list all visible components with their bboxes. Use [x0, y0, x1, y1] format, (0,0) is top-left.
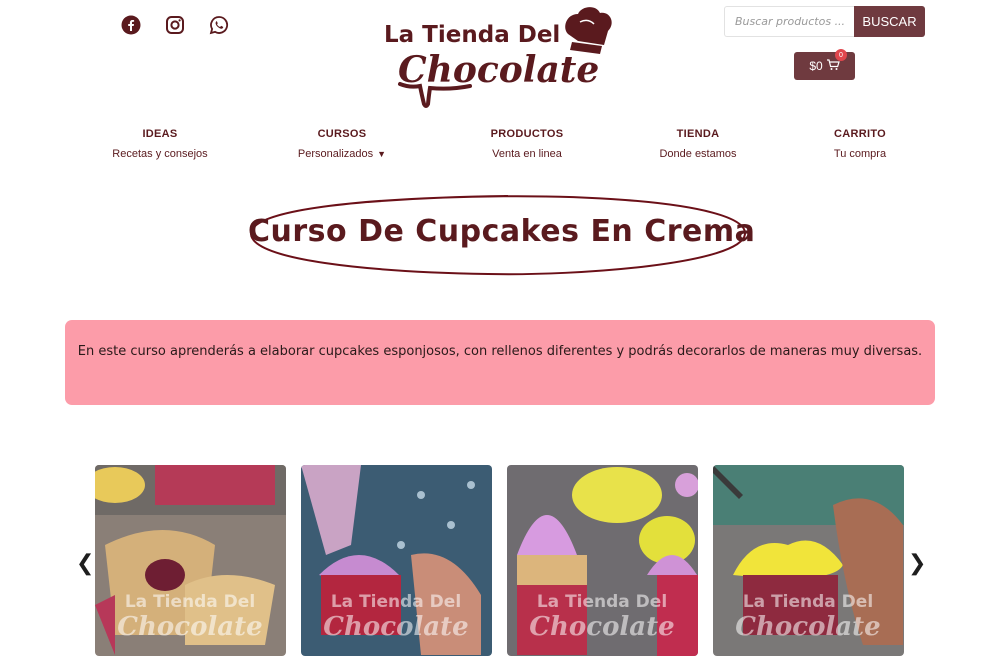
nav-item-sublabel: Recetas y consejos	[112, 148, 208, 160]
site-logo[interactable]: La Tienda Del Chocolate	[380, 4, 620, 112]
watermark-line2: Chocolate	[323, 612, 468, 642]
chevron-right-icon[interactable]: ❯	[908, 551, 926, 576]
nav-item-tienda[interactable]: TIENDA Donde estamos	[618, 128, 778, 160]
watermark-line1: La Tienda Del	[743, 592, 873, 612]
course-description: En este curso aprenderás a elaborar cupc…	[77, 344, 923, 359]
nav-item-label: CARRITO	[833, 128, 886, 140]
chef-hat-icon	[565, 7, 612, 54]
carousel-slide-yellow-frosting[interactable]: La Tienda Del Chocolate	[713, 465, 904, 656]
nav-item-sublabel: Tu compra	[833, 148, 887, 160]
course-description-banner: En este curso aprenderás a elaborar cupc…	[65, 320, 935, 405]
nav-item-productos[interactable]: PRODUCTOS Venta en linea	[447, 128, 607, 160]
search-form: BUSCAR	[724, 6, 925, 37]
nav-item-ideas[interactable]: IDEAS Recetas y consejos	[80, 128, 240, 160]
watermark-line1: La Tienda Del	[331, 592, 461, 612]
nav-item-label: IDEAS	[142, 128, 178, 140]
nav-item-sublabel: Personalizados	[297, 148, 374, 160]
instagram-icon[interactable]	[164, 14, 186, 36]
page-title-block: Curso De Cupcakes En Crema	[248, 190, 756, 280]
watermark-line1: La Tienda Del	[537, 592, 667, 612]
watermark-line2: Chocolate	[735, 612, 880, 642]
facebook-icon[interactable]	[120, 14, 142, 36]
nav-item-carrito[interactable]: CARRITO Tu compra	[780, 128, 940, 160]
caret-down-icon[interactable]: ▼	[377, 149, 386, 159]
search-input[interactable]	[724, 6, 854, 37]
social-links	[120, 14, 230, 36]
page-title: Curso De Cupcakes En Crema	[248, 214, 756, 249]
nav-item-label: TIENDA	[676, 128, 720, 140]
cart-count-badge: 0	[835, 49, 847, 61]
nav-item-cursos[interactable]: CURSOS Personalizados ▼	[262, 128, 422, 160]
cart-amount: $0	[809, 59, 823, 73]
search-button[interactable]: BUSCAR	[854, 6, 925, 37]
chevron-left-icon[interactable]: ❮	[76, 551, 94, 576]
image-carousel: ❮ La Tienda Del Chocolate La Tienda Del …	[0, 465, 1000, 667]
nav-item-label: PRODUCTOS	[490, 128, 564, 140]
logo-line2: Chocolate	[398, 49, 599, 91]
watermark-line2: Chocolate	[529, 612, 674, 642]
cart-icon	[826, 58, 840, 74]
carousel-slide-piping[interactable]: La Tienda Del Chocolate	[301, 465, 492, 656]
watermark-line2: Chocolate	[117, 612, 262, 642]
carousel-slide-frosted-cupcakes[interactable]: La Tienda Del Chocolate	[507, 465, 698, 656]
carousel-slide-cut-cupcake[interactable]: La Tienda Del Chocolate	[95, 465, 286, 656]
logo-line1: La Tienda Del	[384, 22, 560, 48]
cart-button[interactable]: $0 0	[794, 49, 855, 80]
nav-item-sublabel: Venta en linea	[492, 148, 562, 160]
nav-item-sublabel: Donde estamos	[659, 148, 737, 160]
nav-item-label: CURSOS	[317, 128, 367, 140]
whatsapp-icon[interactable]	[208, 14, 230, 36]
watermark-line1: La Tienda Del	[125, 592, 255, 612]
